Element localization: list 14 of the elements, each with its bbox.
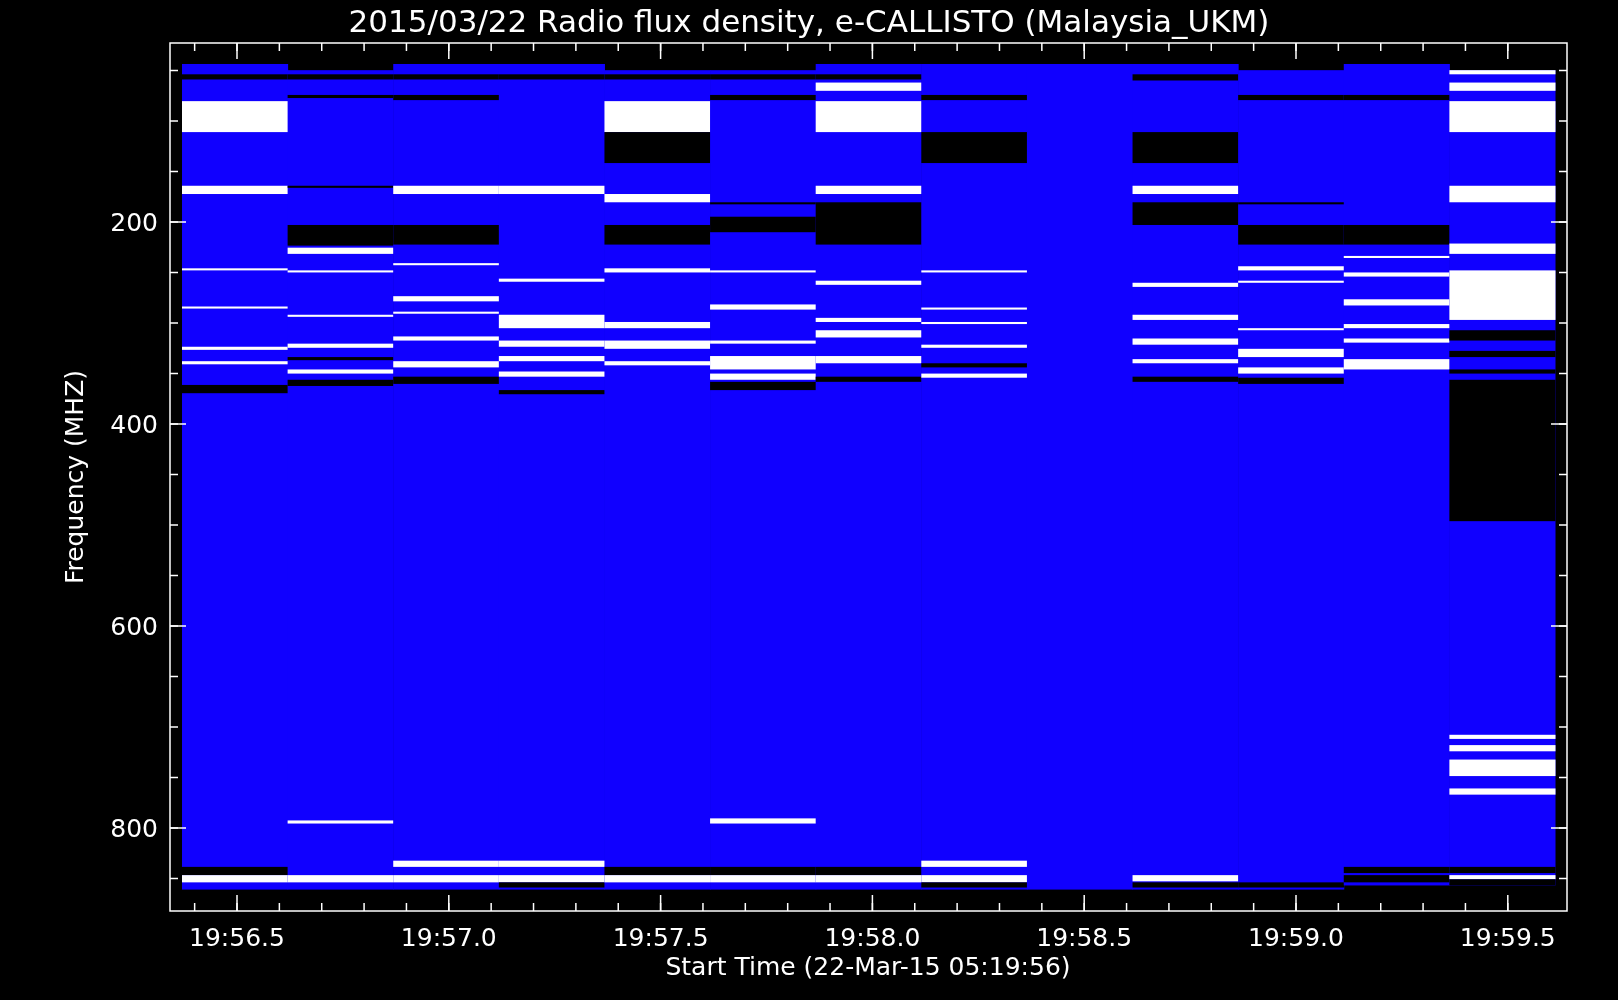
- x-tick-label: 19:56.5: [189, 923, 285, 952]
- x-tick-label: 19:59.5: [1459, 923, 1556, 952]
- x-tick-label: 19:58.0: [824, 923, 921, 952]
- x-tick-label: 19:59.0: [1248, 923, 1344, 952]
- x-tick-label: 19:57.0: [400, 923, 497, 952]
- y-tick-label: 800: [110, 814, 158, 843]
- y-axis-label: Frequency (MHZ): [60, 369, 89, 585]
- x-tick-label: 19:57.5: [612, 923, 709, 952]
- y-tick-label: 400: [110, 410, 158, 439]
- x-axis-label: Start Time (22-Mar-15 05:19:56): [665, 952, 1071, 981]
- chart-title: 2015/03/22 Radio flux density, e-CALLISTO (Malaysia_UKM): [348, 3, 1270, 39]
- y-tick-label: 200: [110, 208, 158, 237]
- y-tick-label: 600: [110, 612, 158, 641]
- x-tick-label: 19:58.5: [1036, 923, 1133, 952]
